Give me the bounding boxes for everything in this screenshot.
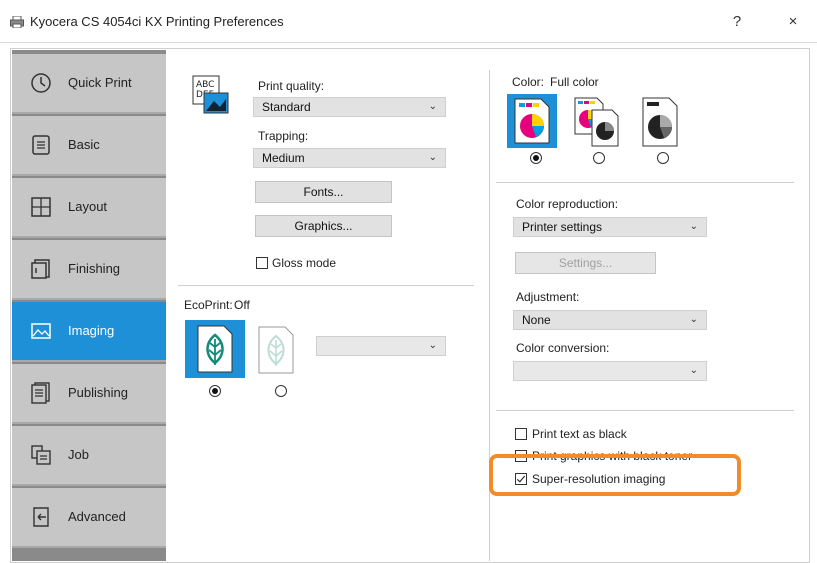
ecoprint-on-radio[interactable] xyxy=(275,385,287,397)
leaf-page-light-icon xyxy=(258,326,294,374)
highlight-box xyxy=(489,454,741,496)
black-white-page-icon[interactable] xyxy=(642,97,678,147)
finishing-icon xyxy=(31,259,50,279)
print-text-black-label: Print text as black xyxy=(532,427,627,441)
sidebar-item-label: Finishing xyxy=(68,261,121,276)
adjustment-value: None xyxy=(522,313,551,327)
ecoprint-value: Off xyxy=(234,298,250,312)
print-quality-label: Print quality: xyxy=(258,79,325,93)
chevron-down-icon: ⌄ xyxy=(428,152,437,163)
ecoprint-on-option[interactable] xyxy=(258,326,298,376)
divider xyxy=(178,285,474,286)
ecoprint-level-select[interactable]: ⌄ xyxy=(316,336,446,356)
document-lines-icon xyxy=(32,135,50,155)
ecoprint-off-radio[interactable] xyxy=(209,385,221,397)
print-quality-select[interactable]: Standard ⌄ xyxy=(253,97,446,117)
adjustment-label: Adjustment: xyxy=(516,290,580,304)
full-color-radio[interactable] xyxy=(530,152,542,164)
divider xyxy=(496,182,794,183)
title-bar: Kyocera CS 4054ci KX Printing Preference… xyxy=(0,0,817,43)
trapping-label: Trapping: xyxy=(258,129,309,143)
sidebar-item-label: Imaging xyxy=(68,323,115,338)
auto-color-radio[interactable] xyxy=(593,152,605,164)
sidebar-item-layout[interactable]: Layout xyxy=(12,178,166,238)
quality-icon-text: ABC xyxy=(196,80,214,90)
sidebar-item-job[interactable]: Job xyxy=(12,426,166,486)
color-reproduction-label: Color reproduction: xyxy=(516,197,619,211)
close-button[interactable]: × xyxy=(778,10,808,34)
chevron-down-icon: ⌄ xyxy=(428,101,437,112)
window-title: Kyocera CS 4054ci KX Printing Preference… xyxy=(30,14,284,29)
sidebar-item-label: Layout xyxy=(68,199,108,214)
printer-icon xyxy=(10,16,24,28)
sidebar-item-imaging[interactable]: Imaging xyxy=(12,302,166,362)
sidebar-item-label: Quick Print xyxy=(68,75,132,90)
ecoprint-off-option[interactable] xyxy=(185,320,245,378)
advanced-icon xyxy=(33,507,49,527)
graphics-button[interactable]: Graphics... xyxy=(255,215,392,237)
color-mode-value: Full color xyxy=(550,75,599,89)
sidebar-item-label: Job xyxy=(68,447,89,462)
job-icon xyxy=(31,445,51,465)
fonts-button[interactable]: Fonts... xyxy=(255,181,392,203)
grid-layout-icon xyxy=(31,197,51,217)
auto-color-page-icon[interactable] xyxy=(574,97,620,147)
sidebar-item-label: Basic xyxy=(68,137,100,152)
chevron-down-icon: ⌄ xyxy=(689,314,698,325)
color-conversion-label: Color conversion: xyxy=(516,341,610,355)
print-quality-value: Standard xyxy=(262,100,311,114)
sidebar-item-label: Publishing xyxy=(68,385,128,400)
sidebar-item-label: Advanced xyxy=(68,509,126,524)
divider xyxy=(496,410,794,411)
publishing-icon xyxy=(31,382,50,404)
chevron-down-icon: ⌄ xyxy=(689,365,698,376)
sidebar-item-quick-print[interactable]: Quick Print xyxy=(12,54,166,114)
print-text-black-checkbox[interactable] xyxy=(515,428,527,440)
image-icon xyxy=(31,323,51,339)
sidebar-item-finishing[interactable]: Finishing xyxy=(12,240,166,300)
color-conversion-select[interactable]: ⌄ xyxy=(513,361,707,381)
trapping-select[interactable]: Medium ⌄ xyxy=(253,148,446,168)
color-reproduction-value: Printer settings xyxy=(522,220,603,234)
chevron-down-icon: ⌄ xyxy=(689,221,698,232)
trapping-value: Medium xyxy=(262,151,305,165)
sidebar: Quick Print Basic Layout Finishing Imagi… xyxy=(12,50,166,561)
sidebar-item-publishing[interactable]: Publishing xyxy=(12,364,166,424)
color-reproduction-select[interactable]: Printer settings ⌄ xyxy=(513,217,707,237)
clock-icon xyxy=(31,73,51,93)
color-settings-button[interactable]: Settings... xyxy=(515,252,656,274)
help-button[interactable]: ? xyxy=(722,10,752,34)
ecoprint-label: EcoPrint: xyxy=(184,298,233,312)
full-color-page-icon xyxy=(514,98,550,144)
print-quality-icon: ABC DEF xyxy=(192,75,229,114)
black-white-radio[interactable] xyxy=(657,152,669,164)
adjustment-select[interactable]: None ⌄ xyxy=(513,310,707,330)
sidebar-item-advanced[interactable]: Advanced xyxy=(12,488,166,548)
sidebar-item-basic[interactable]: Basic xyxy=(12,116,166,176)
full-color-option[interactable] xyxy=(507,94,557,148)
chevron-down-icon: ⌄ xyxy=(428,340,437,351)
color-label: Color: xyxy=(512,75,545,89)
leaf-page-icon xyxy=(197,325,233,373)
gloss-mode-checkbox[interactable] xyxy=(256,257,268,269)
gloss-mode-label: Gloss mode xyxy=(272,256,337,270)
